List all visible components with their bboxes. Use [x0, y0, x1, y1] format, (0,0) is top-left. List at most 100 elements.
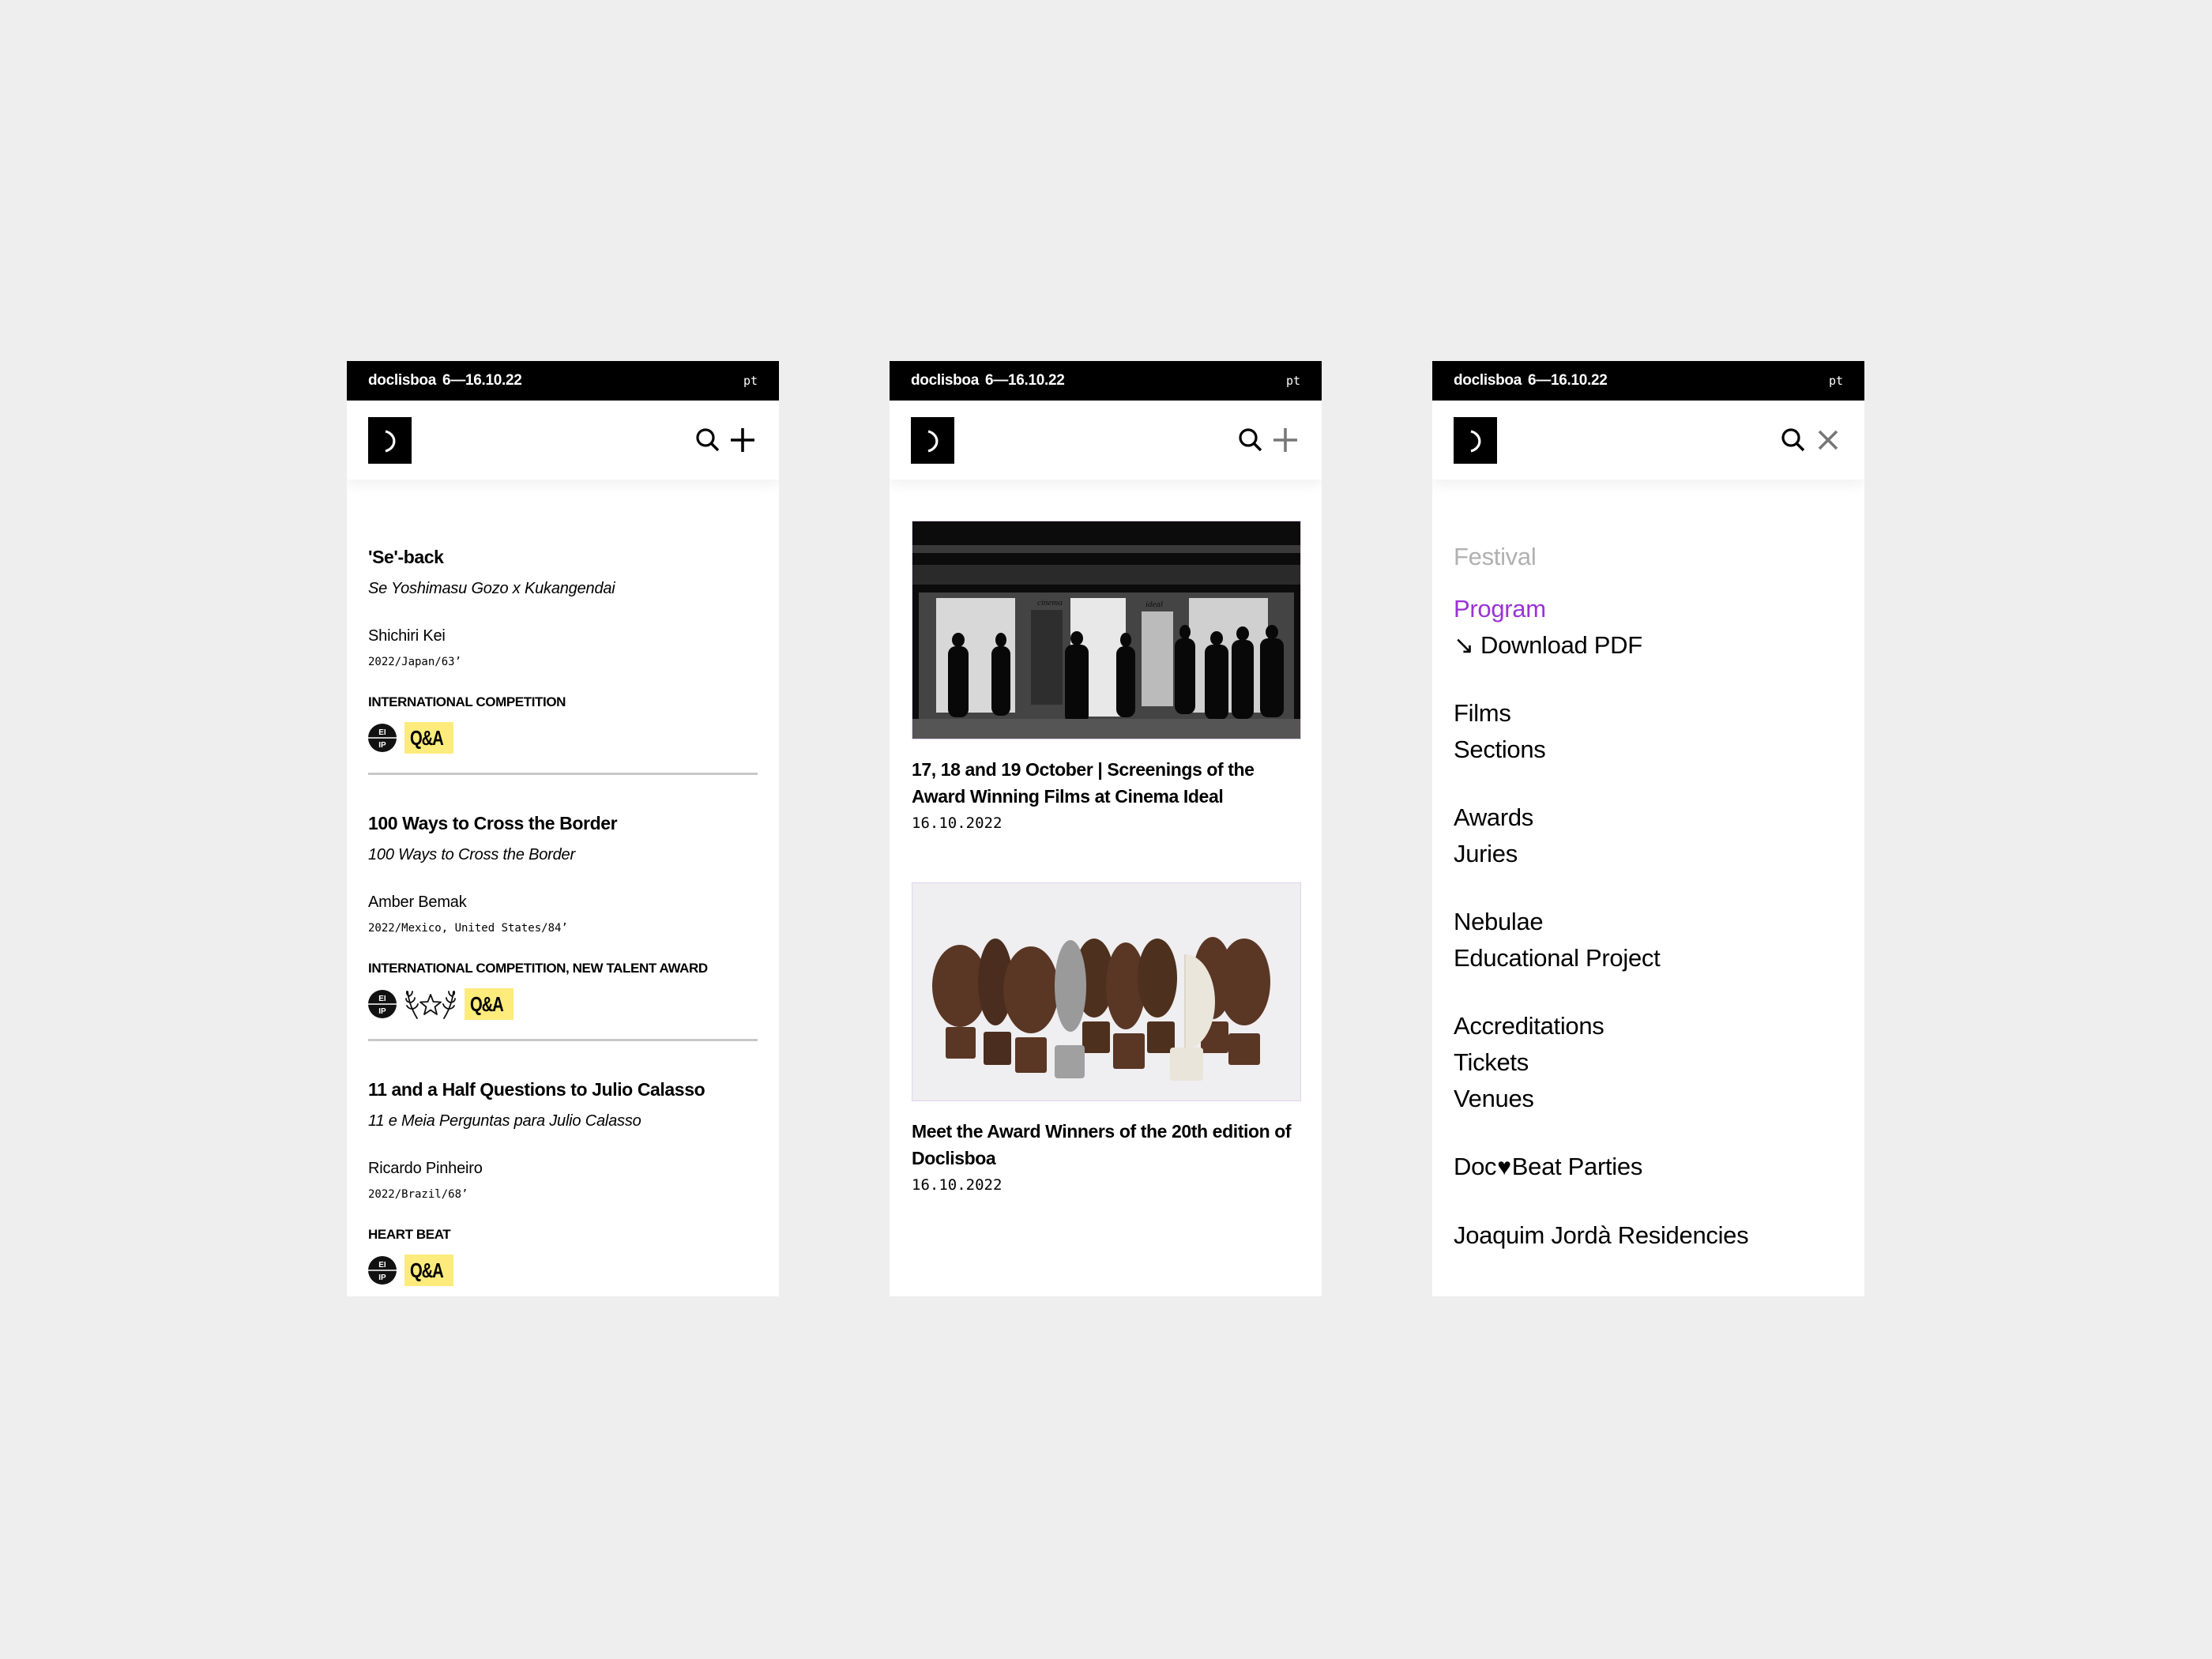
film-title[interactable]: 'Se'-back: [368, 545, 758, 569]
film-badges: EI IP Q&A: [368, 722, 758, 754]
festival-brand[interactable]: doclisboa 6—16.10.22: [911, 372, 1065, 389]
search-icon[interactable]: [693, 424, 723, 456]
menu-group-festival: Festival: [1454, 539, 1843, 575]
news-date: 16.10.2022: [912, 1176, 1003, 1194]
news-image-trophies[interactable]: [912, 882, 1301, 1101]
main-menu: Festival Program ↘ Download PDF Films Se…: [1454, 539, 1843, 1285]
festival-dates: 6—16.10.22: [984, 372, 1065, 389]
ideal-sign: ideal: [1146, 600, 1163, 609]
festival-brand[interactable]: doclisboa 6—16.10.22: [1454, 372, 1608, 389]
film-item[interactable]: 'Se'-back Se Yoshimasu Gozo x Kukangenda…: [368, 545, 758, 775]
menu-item-nebulae[interactable]: Nebulae: [1454, 904, 1843, 940]
menu-item-educational-project[interactable]: Educational Project: [1454, 940, 1843, 976]
film-original-title: 100 Ways to Cross the Border: [368, 846, 575, 863]
menu-item-download-pdf[interactable]: ↘ Download PDF: [1454, 627, 1843, 664]
film-meta: 2022/Brazil/68’: [368, 1188, 468, 1201]
menu-screen: doclisboa 6—16.10.22 pt Festival Program …: [1432, 361, 1864, 1296]
crescent-logo-icon[interactable]: [368, 417, 412, 464]
menu-item-awards[interactable]: Awards: [1454, 799, 1843, 836]
divider: [368, 1039, 758, 1041]
close-icon[interactable]: [1813, 424, 1843, 456]
film-director: Ricardo Pinheiro: [368, 1160, 483, 1177]
qa-badge: Q&A: [404, 722, 453, 754]
crescent-logo-icon[interactable]: [1454, 417, 1497, 464]
eiip-bottom: IP: [378, 1007, 386, 1016]
eiip-top: EI: [378, 728, 386, 737]
news-list: cinema ideal 17, 18 and 19 October | Scr…: [912, 521, 1301, 1244]
qa-badge: Q&A: [465, 988, 514, 1020]
eiip-badge-icon: EI IP: [368, 1256, 397, 1285]
menu-group-awards: Awards Juries: [1454, 799, 1843, 872]
plus-icon[interactable]: [728, 424, 758, 456]
film-meta: 2022/Japan/63’: [368, 656, 462, 668]
film-meta: 2022/Mexico, United States/84’: [368, 922, 568, 935]
menu-item-program[interactable]: Program: [1454, 591, 1843, 627]
film-director: Amber Bemak: [368, 893, 467, 911]
eiip-badge-icon: EI IP: [368, 990, 397, 1018]
film-sections: INTERNATIONAL COMPETITION: [368, 694, 566, 709]
language-switch[interactable]: pt: [1286, 374, 1300, 388]
news-item[interactable]: Meet the Award Winners of the 20th editi…: [912, 882, 1301, 1195]
film-badges: EI IP Q&A: [368, 988, 758, 1020]
film-badges: EI IP Q&A: [368, 1255, 758, 1286]
language-switch[interactable]: pt: [1829, 374, 1843, 388]
search-icon[interactable]: [1236, 424, 1266, 456]
news-title[interactable]: Meet the Award Winners of the 20th editi…: [912, 1118, 1300, 1172]
heart-icon: ♥: [1497, 1154, 1511, 1180]
menu-item-juries[interactable]: Juries: [1454, 836, 1843, 872]
eiip-top: EI: [378, 1261, 386, 1270]
brand-name: doclisboa: [1454, 372, 1522, 389]
news-item[interactable]: cinema ideal 17, 18 and 19 October | Scr…: [912, 521, 1301, 833]
divider: [368, 773, 758, 775]
plus-icon[interactable]: [1270, 424, 1300, 456]
news-image-cinema[interactable]: cinema ideal: [912, 521, 1301, 739]
film-original-title: 11 e Meia Perguntas para Julio Calasso: [368, 1112, 641, 1130]
docbeat-prefix: Doc: [1454, 1153, 1497, 1180]
festival-dates: 6—16.10.22: [1527, 372, 1608, 389]
eiip-badge-icon: EI IP: [368, 724, 397, 752]
news-title[interactable]: 17, 18 and 19 October | Screenings of th…: [912, 756, 1300, 810]
menu-item-festival[interactable]: Festival: [1454, 539, 1843, 575]
festival-brand[interactable]: doclisboa 6—16.10.22: [368, 372, 522, 389]
menu-group-films: Films Sections: [1454, 695, 1843, 768]
navbar: [347, 401, 779, 480]
navbar: [890, 401, 1322, 480]
news-screen: doclisboa 6—16.10.22 pt cinema ideal 17,…: [890, 361, 1322, 1296]
docbeat-suffix: Beat Parties: [1511, 1153, 1643, 1180]
menu-item-accreditations[interactable]: Accreditations: [1454, 1008, 1843, 1044]
film-title[interactable]: 100 Ways to Cross the Border: [368, 811, 758, 835]
film-title[interactable]: 11 and a Half Questions to Julio Calasso: [368, 1078, 758, 1101]
menu-item-docbeat-parties[interactable]: Doc♥Beat Parties: [1454, 1149, 1843, 1186]
menu-group-info: Accreditations Tickets Venues: [1454, 1008, 1843, 1117]
search-icon[interactable]: [1778, 424, 1808, 456]
eiip-bottom: IP: [378, 1273, 386, 1282]
menu-group-parties: Doc♥Beat Parties: [1454, 1149, 1843, 1186]
cinema-sign: cinema: [1037, 598, 1063, 608]
navbar: [1432, 401, 1864, 480]
menu-group-program: Program ↘ Download PDF: [1454, 591, 1843, 664]
festival-dates: 6—16.10.22: [442, 372, 522, 389]
film-original-title: Se Yoshimasu Gozo x Kukangendai: [368, 580, 615, 597]
film-item[interactable]: 11 and a Half Questions to Julio Calasso…: [368, 1078, 758, 1286]
top-bar: doclisboa 6—16.10.22 pt: [890, 361, 1322, 401]
qa-badge: Q&A: [404, 1255, 453, 1286]
top-bar: doclisboa 6—16.10.22 pt: [347, 361, 779, 401]
top-bar: doclisboa 6—16.10.22 pt: [1432, 361, 1864, 401]
film-sections: INTERNATIONAL COMPETITION, NEW TALENT AW…: [368, 961, 708, 976]
film-sections: HEART BEAT: [368, 1227, 451, 1242]
brand-name: doclisboa: [911, 372, 979, 389]
award-laurel-star-icon: [405, 991, 456, 1019]
language-switch[interactable]: pt: [743, 374, 758, 388]
eiip-bottom: IP: [378, 741, 386, 750]
crescent-logo-icon[interactable]: [911, 417, 954, 464]
menu-item-residencies[interactable]: Joaquim Jordà Residencies: [1454, 1217, 1843, 1254]
news-date: 16.10.2022: [912, 814, 1003, 832]
eiip-top: EI: [378, 995, 386, 1003]
menu-item-sections[interactable]: Sections: [1454, 732, 1843, 768]
menu-group-residencies: Joaquim Jordà Residencies: [1454, 1217, 1843, 1254]
film-item[interactable]: 100 Ways to Cross the Border 100 Ways to…: [368, 811, 758, 1041]
film-director: Shichiri Kei: [368, 627, 446, 645]
menu-item-films[interactable]: Films: [1454, 695, 1843, 732]
menu-item-tickets[interactable]: Tickets: [1454, 1044, 1843, 1081]
menu-item-venues[interactable]: Venues: [1454, 1081, 1843, 1117]
